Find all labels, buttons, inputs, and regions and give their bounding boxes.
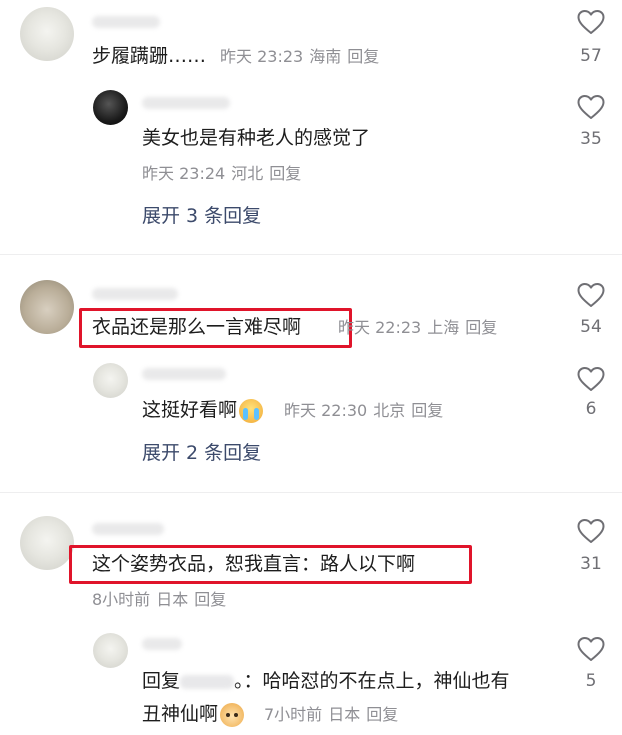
comment-text: 衣品还是那么一言难尽啊 <box>92 316 302 338</box>
heart-outline-icon[interactable] <box>577 366 605 392</box>
comment-text: 步履蹒跚…… <box>92 45 207 67</box>
location: 北京 <box>373 401 406 420</box>
divider <box>0 492 622 493</box>
timestamp: 7小时前 <box>264 705 323 724</box>
heart-outline-icon[interactable] <box>577 636 605 662</box>
username-blurred[interactable] <box>92 16 160 28</box>
comment-text: 这挺好看啊 <box>142 397 264 423</box>
like-count: 57 <box>580 46 602 66</box>
heart-outline-icon[interactable] <box>577 518 605 544</box>
timestamp: 昨天 23:24 <box>142 164 226 183</box>
avatar[interactable] <box>20 7 74 61</box>
timestamp: 8小时前 <box>92 590 151 609</box>
reply-link[interactable]: 回复 <box>347 47 379 66</box>
expand-replies-link[interactable]: 展开 2 条回复 <box>142 440 261 466</box>
comment-meta: 昨天 23:23 海南 回复 <box>220 46 385 68</box>
comment-meta: 昨天 22:30 北京 回复 <box>284 400 449 422</box>
comment-meta: 昨天 23:24 河北 回复 <box>142 163 307 185</box>
comment-text-content: 这挺好看啊 <box>142 399 238 421</box>
reply-link[interactable]: 回复 <box>411 401 443 420</box>
reply-link[interactable]: 回复 <box>194 590 226 609</box>
timestamp: 昨天 22:23 <box>338 318 422 337</box>
like-count: 5 <box>585 671 597 691</box>
divider <box>0 254 622 255</box>
avatar[interactable] <box>93 633 128 668</box>
comment-meta: 昨天 22:23 上海 回复 <box>338 317 503 339</box>
reply-link[interactable]: 回复 <box>366 705 398 724</box>
avatar[interactable] <box>93 90 128 125</box>
comment-text-content: 丑神仙啊 <box>142 703 219 725</box>
reply-link[interactable]: 回复 <box>269 164 301 183</box>
avatar[interactable] <box>20 280 74 334</box>
like-count: 31 <box>580 554 602 574</box>
heart-outline-icon[interactable] <box>577 94 605 120</box>
expand-replies-link[interactable]: 展开 3 条回复 <box>142 203 261 229</box>
avatar[interactable] <box>93 363 128 398</box>
username-blurred[interactable] <box>142 97 230 109</box>
username-blurred[interactable] <box>92 523 164 535</box>
comment-text-content: 。：哈哈怼的不在点上，神仙也有 <box>234 670 510 692</box>
reply-prefix: 回复 <box>142 670 181 692</box>
comment-meta: 7小时前 日本 回复 <box>264 704 404 726</box>
timestamp: 昨天 22:30 <box>284 401 368 420</box>
location: 海南 <box>309 47 342 66</box>
comment-text: 这个姿势衣品，恕我直言：路人以下啊 <box>92 553 416 575</box>
location: 上海 <box>427 318 460 337</box>
username-blurred[interactable] <box>142 368 226 380</box>
like-count: 54 <box>580 317 602 337</box>
mentioned-user-blurred[interactable] <box>180 674 235 689</box>
like-count: 6 <box>585 399 597 419</box>
heart-outline-icon[interactable] <box>577 282 605 308</box>
timestamp: 昨天 23:23 <box>220 47 304 66</box>
like-count: 35 <box>580 129 602 149</box>
username-blurred[interactable] <box>92 288 178 300</box>
comment-text: 回复 。：哈哈怼的不在点上，神仙也有 <box>142 668 510 694</box>
username-blurred[interactable] <box>142 638 182 650</box>
avatar[interactable] <box>20 516 74 570</box>
location: 日本 <box>156 590 189 609</box>
comment-text-line2: 丑神仙啊 <box>142 701 245 727</box>
comment-text: 美女也是有种老人的感觉了 <box>142 127 371 149</box>
crying-face-emoji <box>239 398 264 423</box>
reply-link[interactable]: 回复 <box>465 318 497 337</box>
location: 日本 <box>328 705 361 724</box>
comment-meta: 8小时前 日本 回复 <box>92 589 232 611</box>
smiling-bunny-emoji <box>220 702 245 727</box>
location: 河北 <box>231 164 264 183</box>
heart-outline-icon[interactable] <box>577 9 605 35</box>
